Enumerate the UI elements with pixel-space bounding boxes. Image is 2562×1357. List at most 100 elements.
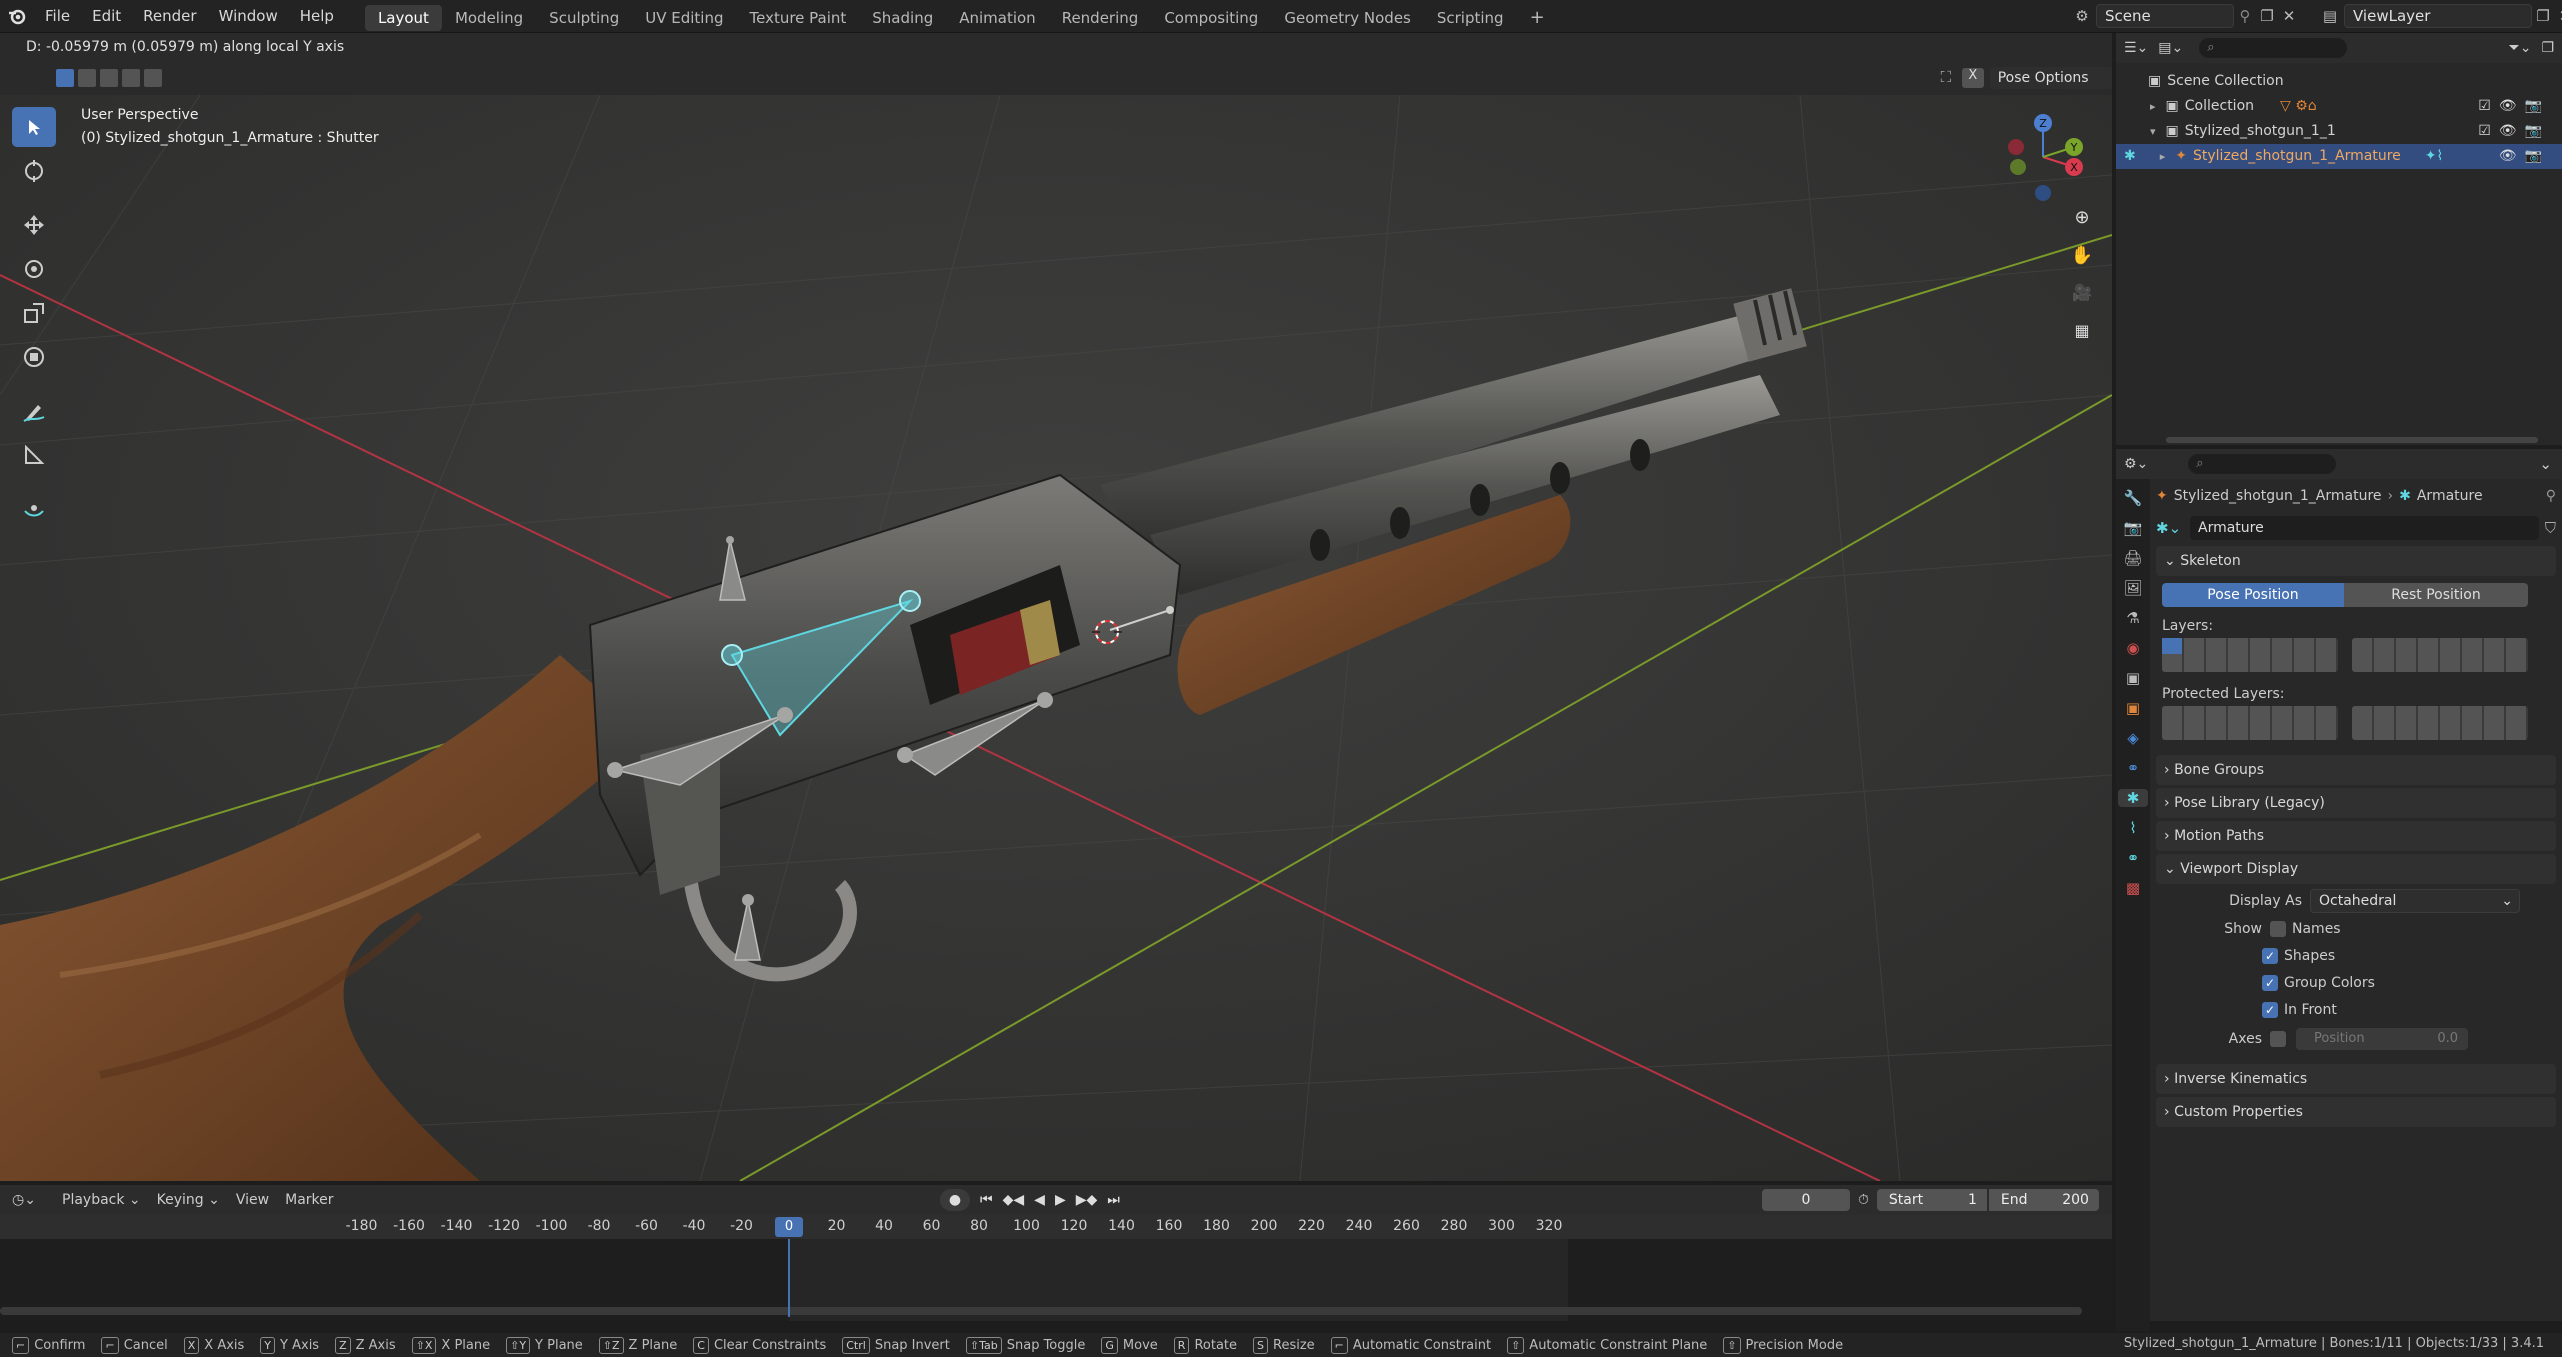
axes-position-field[interactable]: Position 0.0 xyxy=(2296,1028,2468,1050)
pan-hand-icon[interactable]: ✋ xyxy=(2070,245,2094,269)
delete-scene-icon[interactable]: ✕ xyxy=(2278,7,2300,25)
tab-modeling[interactable]: Modeling xyxy=(442,5,536,31)
menu-window[interactable]: Window xyxy=(208,0,289,32)
outliner-row-armature[interactable]: ✱ ▸ ✦ Stylized_shotgun_1_Armature ✦⌇ 👁📷 xyxy=(2116,144,2562,169)
tab-scripting[interactable]: Scripting xyxy=(1424,5,1517,31)
display-mode-icon[interactable]: ▤⌄ xyxy=(2158,40,2183,56)
current-frame-field[interactable]: 0 xyxy=(1762,1189,1850,1211)
properties-editor-type-icon[interactable]: ⚙⌄ xyxy=(2124,456,2148,472)
measure-tool-icon[interactable] xyxy=(12,435,56,475)
rotate-tool-icon[interactable] xyxy=(12,249,56,289)
outliner-scrollbar[interactable] xyxy=(2166,437,2538,443)
jump-next-keyframe-icon[interactable]: ▶◆ xyxy=(1076,1192,1098,1208)
output-tab-icon[interactable]: 🖨 xyxy=(2123,549,2142,567)
auto-keying-icon[interactable]: ● xyxy=(940,1189,970,1211)
pin-icon[interactable]: ⚲ xyxy=(2234,7,2256,25)
new-collection-icon[interactable]: ❐ xyxy=(2541,40,2554,56)
annotate-tool-icon[interactable] xyxy=(12,391,56,431)
ortho-toggle-icon[interactable]: ▦ xyxy=(2070,321,2094,345)
armature-data-browse-icon[interactable]: ✱⌄ xyxy=(2156,519,2184,537)
select-extend-icon[interactable] xyxy=(78,69,96,87)
menu-edit[interactable]: Edit xyxy=(81,0,132,32)
x-mirror-button[interactable]: X xyxy=(1961,68,1984,88)
select-intersect-icon[interactable] xyxy=(144,69,162,87)
expand-arrow-icon[interactable]: ▸ xyxy=(2160,144,2166,169)
pin-icon[interactable]: ⚲ xyxy=(2546,488,2556,504)
tab-rendering[interactable]: Rendering xyxy=(1049,5,1152,31)
shapes-checkbox[interactable]: ✓ xyxy=(2262,947,2278,964)
render-tab-icon[interactable]: 📷 xyxy=(2124,519,2143,537)
tab-layout[interactable]: Layout xyxy=(364,4,442,31)
in-front-checkbox[interactable]: ✓ xyxy=(2262,1001,2278,1018)
fake-user-icon[interactable]: ⛉ xyxy=(2545,519,2556,537)
timeline-area[interactable] xyxy=(0,1239,2112,1321)
tab-shading[interactable]: Shading xyxy=(859,5,946,31)
navigation-gizmo[interactable]: Z X Y xyxy=(1998,107,2086,203)
transform-affect-icon[interactable]: ⛶ xyxy=(1936,68,1956,88)
rest-position-button[interactable]: Rest Position xyxy=(2344,583,2528,607)
play-icon[interactable]: ▶ xyxy=(1055,1192,1066,1208)
armature-data-tab-icon[interactable]: ✱ xyxy=(2118,789,2148,807)
names-checkbox[interactable] xyxy=(2270,920,2286,937)
move-tool-icon[interactable] xyxy=(12,205,56,245)
tab-compositing[interactable]: Compositing xyxy=(1151,5,1271,31)
texture-tab-icon[interactable]: ▩ xyxy=(2126,879,2140,897)
tool-tab-icon[interactable]: 🔧 xyxy=(2124,489,2143,507)
timeline-scrollbar[interactable] xyxy=(0,1307,2082,1315)
visibility-toggles[interactable]: ☑👁📷 xyxy=(2478,119,2550,144)
select-new-icon[interactable] xyxy=(56,69,74,87)
properties-search-input[interactable]: ⌕ xyxy=(2188,454,2337,474)
play-reverse-icon[interactable]: ◀ xyxy=(1034,1192,1045,1208)
panel-viewport-display[interactable]: ⌄ Viewport Display xyxy=(2156,854,2556,884)
tab-animation[interactable]: Animation xyxy=(946,5,1048,31)
menu-help[interactable]: Help xyxy=(289,0,345,32)
tab-uv-editing[interactable]: UV Editing xyxy=(632,5,736,31)
pose-position-button[interactable]: Pose Position xyxy=(2162,583,2344,607)
tab-sculpting[interactable]: Sculpting xyxy=(536,5,632,31)
3d-viewport[interactable]: User Perspective (0) Stylized_shotgun_1_… xyxy=(0,95,2112,1181)
delete-view-layer-icon[interactable]: ✕ xyxy=(2554,7,2562,25)
view-layer-tab-icon[interactable]: 🖼 xyxy=(2123,579,2142,597)
visibility-toggles[interactable]: ☑👁📷 xyxy=(2478,94,2550,119)
panel-pose-library[interactable]: › Pose Library (Legacy) xyxy=(2156,788,2556,818)
pose-options-dropdown[interactable]: Pose Options ⌄ xyxy=(1989,67,2112,108)
modifier-tab-icon[interactable]: ◈ xyxy=(2127,729,2139,747)
menu-render[interactable]: Render xyxy=(132,0,207,32)
jump-start-icon[interactable]: ⏮ xyxy=(980,1192,993,1208)
new-scene-icon[interactable]: ❐ xyxy=(2256,7,2278,25)
panel-inverse-kinematics[interactable]: › Inverse Kinematics xyxy=(2156,1064,2556,1094)
end-frame-field[interactable]: End 200 xyxy=(1988,1189,2099,1211)
jump-prev-keyframe-icon[interactable]: ◆◀ xyxy=(1003,1192,1025,1208)
blender-logo-icon[interactable] xyxy=(0,0,34,32)
camera-view-icon[interactable]: 🎥 xyxy=(2070,283,2094,307)
display-as-dropdown[interactable]: Octahedral ⌄ xyxy=(2310,889,2520,913)
preview-range-icon[interactable]: ⏱ xyxy=(1858,1192,1869,1208)
armature-name-field[interactable]: Armature xyxy=(2190,516,2539,540)
frame-ruler[interactable]: -180 -160 -140 -120 -100 -80 -60 -40 -20 0 20 40 60 8… xyxy=(0,1215,2112,1239)
transform-tool-icon[interactable] xyxy=(12,337,56,377)
menu-marker[interactable]: Marker xyxy=(279,1192,339,1208)
cursor-tool-icon[interactable] xyxy=(12,151,56,191)
panel-custom-properties[interactable]: › Custom Properties xyxy=(2156,1097,2556,1127)
properties-options-icon[interactable]: ⌄ xyxy=(2539,455,2552,473)
panel-motion-paths[interactable]: › Motion Paths xyxy=(2156,821,2556,851)
start-frame-field[interactable]: Start 1 xyxy=(1876,1189,1987,1211)
jump-end-icon[interactable]: ⏭ xyxy=(1107,1192,1120,1208)
visibility-toggles[interactable]: 👁📷 xyxy=(2499,144,2550,169)
select-subtract-icon[interactable] xyxy=(100,69,118,87)
group-colors-checkbox[interactable]: ✓ xyxy=(2262,974,2278,991)
tab-geometry-nodes[interactable]: Geometry Nodes xyxy=(1271,5,1424,31)
scene-selector[interactable]: Scene xyxy=(2096,4,2234,28)
expand-arrow-icon[interactable]: ▾ xyxy=(2150,119,2156,144)
scene-icon[interactable]: ⚙ xyxy=(2068,4,2096,28)
outliner-editor-type-icon[interactable]: ☰⌄ xyxy=(2124,40,2148,56)
select-difference-icon[interactable] xyxy=(122,69,140,87)
bone-tab-icon[interactable]: ⌇ xyxy=(2129,819,2136,837)
scale-tool-icon[interactable] xyxy=(12,293,56,333)
menu-view[interactable]: View xyxy=(230,1192,275,1208)
menu-file[interactable]: File xyxy=(34,0,81,32)
panel-bone-groups[interactable]: › Bone Groups xyxy=(2156,755,2556,785)
protected-layers-grid[interactable] xyxy=(2162,706,2556,740)
select-box-tool-icon[interactable] xyxy=(12,107,56,147)
axes-checkbox[interactable] xyxy=(2270,1031,2286,1047)
